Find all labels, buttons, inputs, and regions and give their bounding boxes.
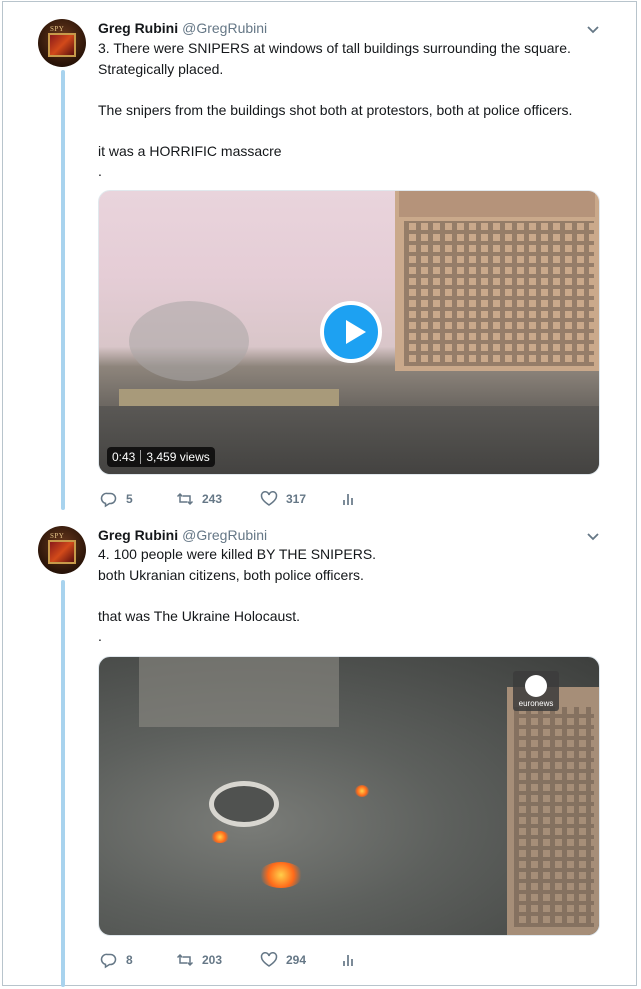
author-handle[interactable]: @GregRubini — [182, 20, 267, 36]
video-duration: 0:43 — [112, 450, 136, 464]
building-windows — [514, 707, 594, 927]
tweet-image[interactable]: euronews — [98, 656, 600, 936]
like-icon — [260, 491, 278, 506]
reply-icon — [100, 953, 117, 969]
author-name[interactable]: Greg Rubini — [98, 20, 178, 36]
euronews-logo: euronews — [513, 671, 559, 711]
play-icon[interactable] — [320, 301, 382, 363]
euronews-text: euronews — [518, 699, 554, 708]
tweet-text: 3. There were SNIPERS at windows of tall… — [98, 40, 573, 179]
background-buildings — [139, 657, 339, 727]
avatar[interactable]: SPY — [38, 526, 86, 574]
building-roof — [399, 191, 595, 217]
like-count: 294 — [286, 953, 307, 967]
like-button[interactable]: 294 — [260, 951, 306, 969]
smoke — [129, 301, 249, 381]
retweet-count: 203 — [202, 953, 223, 967]
fire — [355, 785, 369, 797]
reply-count: 8 — [126, 953, 133, 967]
analytics-button[interactable] — [340, 490, 358, 508]
retweet-button[interactable]: 243 — [176, 490, 222, 508]
reply-button[interactable]: 8 — [100, 951, 133, 969]
author-handle[interactable]: @GregRubini — [182, 527, 267, 543]
chevron-down-icon[interactable] — [586, 22, 600, 36]
retweet-icon — [176, 492, 194, 506]
fire — [259, 862, 303, 888]
analytics-button[interactable] — [340, 951, 358, 969]
avatar-text: SPY — [50, 25, 65, 33]
video-views: 3,459 views — [146, 450, 210, 464]
retweet-icon — [176, 953, 194, 967]
like-count: 317 — [286, 492, 307, 506]
thread-line — [61, 580, 65, 987]
tweet-header: Greg Rubini @GregRubini — [98, 20, 267, 37]
retweet-count: 243 — [202, 492, 223, 506]
analytics-icon — [343, 955, 353, 966]
video-info-badge: 0:43 3,459 views — [107, 447, 215, 467]
euronews-globe — [525, 675, 547, 697]
building-windows — [404, 221, 594, 366]
flower-clock — [209, 781, 279, 827]
like-icon — [260, 952, 278, 967]
thread-line — [61, 70, 65, 510]
avatar-image — [48, 33, 76, 57]
reply-icon — [100, 492, 117, 508]
fire — [211, 831, 229, 843]
avatar[interactable]: SPY — [38, 19, 86, 67]
analytics-icon — [343, 494, 353, 505]
retweet-button[interactable]: 203 — [176, 951, 222, 969]
tweet-header: Greg Rubini @GregRubini — [98, 527, 267, 544]
author-name[interactable]: Greg Rubini — [98, 527, 178, 543]
video-player[interactable]: 0:43 3,459 views — [98, 190, 600, 475]
chevron-down-icon[interactable] — [586, 529, 600, 543]
tweet-text: 4. 100 people were killed BY THE SNIPERS… — [98, 546, 377, 644]
reply-count: 5 — [126, 492, 133, 506]
avatar-text: SPY — [50, 532, 65, 540]
like-button[interactable]: 317 — [260, 490, 306, 508]
reply-button[interactable]: 5 — [100, 490, 133, 508]
avatar-image — [48, 540, 76, 564]
